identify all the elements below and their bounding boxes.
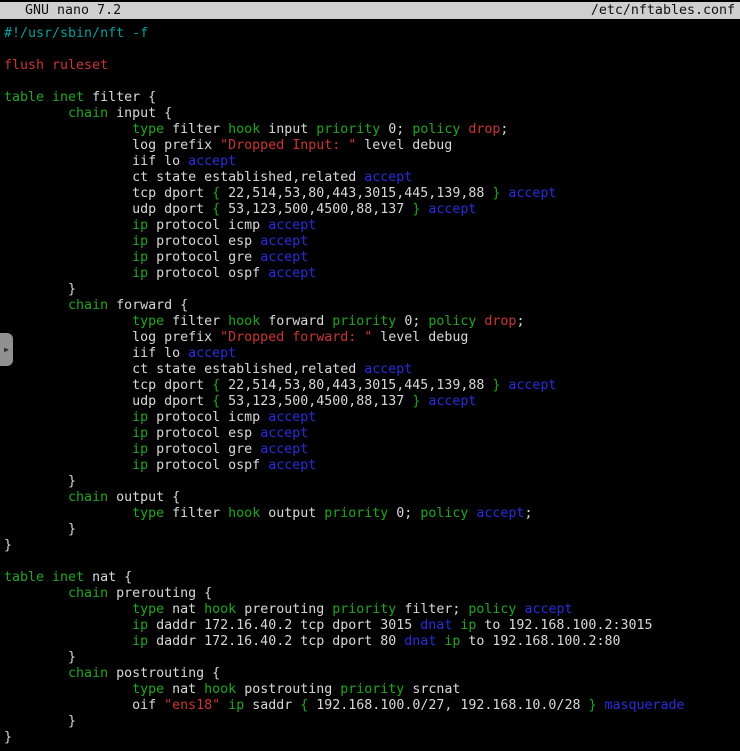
code-line: tcp dport { 22,514,53,80,443,3015,445,13… [4,378,740,394]
code-line: ip protocol gre accept [4,250,740,266]
code-line: log prefix "Dropped forward: " level deb… [4,330,740,346]
code-line: tcp dport { 22,514,53,80,443,3015,445,13… [4,186,740,202]
code-line [4,74,740,90]
code-line: chain postrouting { [4,666,740,682]
code-line: ip protocol icmp accept [4,410,740,426]
code-line: table inet nat { [4,570,740,586]
code-line: chain prerouting { [4,586,740,602]
code-line: ip daddr 172.16.40.2 tcp dport 3015 dnat… [4,618,740,634]
code-line: iif lo accept [4,154,740,170]
code-line: type filter hook forward priority 0; pol… [4,314,740,330]
code-line: ip protocol esp accept [4,234,740,250]
code-line: iif lo accept [4,346,740,362]
code-line [4,42,740,58]
code-line: ct state established,related accept [4,362,740,378]
code-line: ip daddr 172.16.40.2 tcp dport 80 dnat i… [4,634,740,650]
code-line: } [4,714,740,730]
code-line: chain forward { [4,298,740,314]
code-line: type nat hook prerouting priority filter… [4,602,740,618]
terminal[interactable]: GNU nano 7.2 /etc/nftables.conf #!/usr/s… [0,2,740,746]
code-line: } [4,474,740,490]
code-line [4,554,740,570]
code-line: #!/usr/sbin/nft -f [4,26,740,42]
code-line: type filter hook input priority 0; polic… [4,122,740,138]
panel-reveal-tab[interactable]: ▶ [0,333,13,366]
code-line: ip protocol gre accept [4,442,740,458]
code-line: } [4,522,740,538]
code-line: chain output { [4,490,740,506]
code-line: udp dport { 53,123,500,4500,88,137 } acc… [4,202,740,218]
nano-title-bar: GNU nano 7.2 /etc/nftables.conf [0,2,740,19]
code-line: } [4,538,740,554]
arrow-right-icon: ▶ [4,346,9,354]
code-line: ip protocol icmp accept [4,218,740,234]
code-line: udp dport { 53,123,500,4500,88,137 } acc… [4,394,740,410]
app-title: GNU nano 7.2 [9,2,121,19]
code-line: oif "ens18" ip saddr { 192.168.100.0/27,… [4,698,740,714]
code-line: table inet filter { [4,90,740,106]
code-line: } [4,282,740,298]
code-line: type nat hook postrouting priority srcna… [4,682,740,698]
file-path: /etc/nftables.conf [591,2,735,19]
code-line: ip protocol ospf accept [4,458,740,474]
code-line: ct state established,related accept [4,170,740,186]
code-line: chain input { [4,106,740,122]
code-line: ip protocol esp accept [4,426,740,442]
code-line: type filter hook output priority 0; poli… [4,506,740,522]
code-line: } [4,730,740,746]
code-line: log prefix "Dropped Input: " level debug [4,138,740,154]
code-line: flush ruleset [4,58,740,74]
editor-lines[interactable]: #!/usr/sbin/nft -f flush ruleset table ine… [0,19,740,746]
code-line: ip protocol ospf accept [4,266,740,282]
code-line: } [4,650,740,666]
